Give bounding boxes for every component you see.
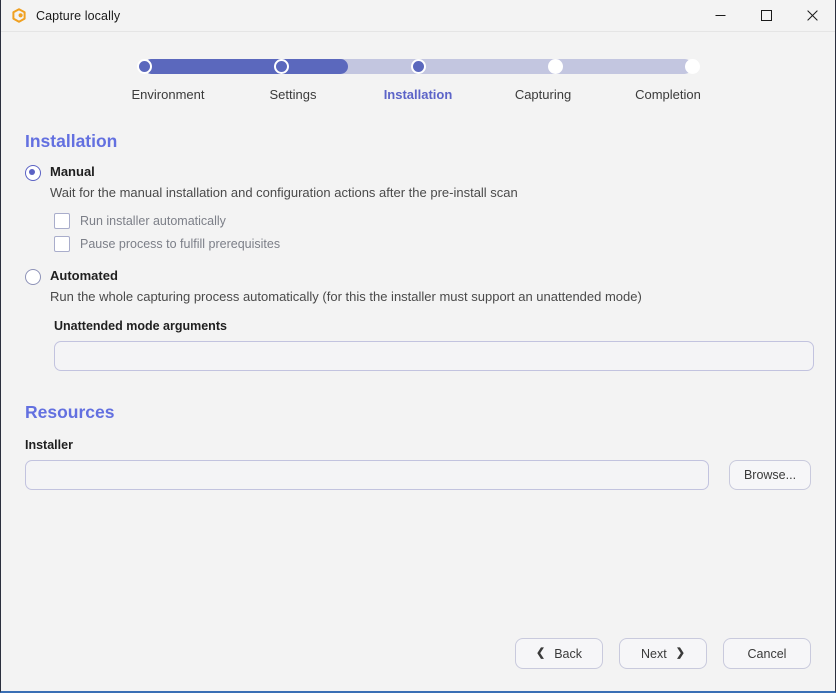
window-controls bbox=[697, 0, 835, 31]
wizard-footer: ❮ Back Next ❯ Cancel bbox=[25, 638, 811, 669]
step-dot-icon bbox=[273, 59, 289, 74]
radio-manual-description: Wait for the manual installation and con… bbox=[50, 185, 518, 200]
radio-automated-description: Run the whole capturing process automati… bbox=[50, 289, 642, 304]
radio-automated-icon[interactable] bbox=[25, 269, 41, 285]
step-dot-icon bbox=[136, 59, 152, 74]
title-bar: Capture locally bbox=[1, 0, 835, 32]
next-button-label: Next bbox=[641, 646, 667, 661]
stepper-dot-capturing bbox=[519, 56, 591, 74]
installer-path-input[interactable] bbox=[25, 460, 709, 490]
cancel-button[interactable]: Cancel bbox=[723, 638, 811, 669]
step-dot-icon bbox=[547, 59, 563, 74]
step-label-installation: Installation bbox=[383, 87, 453, 102]
page-content: Environment Settings Installation Captur… bbox=[1, 32, 835, 691]
manual-suboptions: Run installer automatically Pause proces… bbox=[54, 213, 811, 252]
stepper-dot-installation[interactable] bbox=[382, 56, 454, 74]
checkbox-run-installer-automatically-icon[interactable] bbox=[54, 213, 70, 229]
maximize-icon bbox=[760, 10, 772, 21]
step-dot-icon bbox=[684, 59, 700, 74]
wizard-stepper: Environment Settings Installation Captur… bbox=[108, 32, 728, 102]
app-logo-icon bbox=[11, 7, 27, 24]
radio-manual-icon[interactable] bbox=[25, 165, 41, 181]
chevron-left-icon: ❮ bbox=[535, 647, 546, 659]
stepper-dots bbox=[108, 56, 728, 74]
installer-field-row: Browse... bbox=[25, 460, 811, 490]
stepper-track bbox=[108, 56, 728, 76]
stepper-dot-completion bbox=[656, 56, 728, 74]
chevron-right-icon: ❯ bbox=[675, 647, 685, 659]
next-button[interactable]: Next ❯ bbox=[619, 638, 707, 669]
radio-manual-label: Manual bbox=[50, 164, 95, 179]
stepper-dot-settings[interactable] bbox=[245, 56, 317, 74]
unattended-arguments-input[interactable] bbox=[54, 341, 814, 371]
stepper-dot-environment[interactable] bbox=[108, 56, 180, 74]
radio-automated-label: Automated bbox=[50, 268, 118, 283]
step-label-capturing: Capturing bbox=[514, 87, 572, 102]
checkbox-row-pause-process-prerequisites[interactable]: Pause process to fulfill prerequisites bbox=[54, 236, 811, 252]
radio-option-manual[interactable]: Manual Wait for the manual installation … bbox=[25, 164, 811, 201]
checkbox-run-installer-automatically-label: Run installer automatically bbox=[80, 214, 226, 228]
step-label-environment: Environment bbox=[131, 87, 205, 102]
back-button[interactable]: ❮ Back bbox=[515, 638, 603, 669]
application-window: Capture locally Environment Settings Ins… bbox=[0, 0, 836, 693]
step-label-completion: Completion bbox=[635, 87, 701, 102]
resources-section-title: Resources bbox=[25, 402, 115, 422]
radio-option-automated[interactable]: Automated Run the whole capturing proces… bbox=[25, 268, 811, 305]
installation-section-title: Installation bbox=[25, 131, 118, 151]
step-dot-icon bbox=[410, 59, 426, 74]
minimize-button[interactable] bbox=[697, 0, 743, 31]
browse-button-label: Browse... bbox=[743, 468, 797, 482]
title-bar-left: Capture locally bbox=[1, 7, 121, 24]
close-button[interactable] bbox=[789, 0, 835, 31]
checkbox-pause-process-prerequisites-icon[interactable] bbox=[54, 236, 70, 252]
checkbox-pause-process-prerequisites-label: Pause process to fulfill prerequisites bbox=[80, 237, 281, 251]
installer-field-label: Installer bbox=[25, 438, 73, 452]
close-icon bbox=[806, 10, 818, 21]
unattended-arguments-label: Unattended mode arguments bbox=[54, 319, 227, 333]
back-button-label: Back bbox=[554, 646, 582, 661]
window-title: Capture locally bbox=[36, 8, 121, 23]
maximize-button[interactable] bbox=[743, 0, 789, 31]
step-label-settings: Settings bbox=[269, 87, 317, 102]
radio-automated-texts: Automated Run the whole capturing proces… bbox=[50, 267, 642, 305]
cancel-button-label: Cancel bbox=[747, 646, 787, 661]
minimize-icon bbox=[715, 15, 725, 16]
stepper-labels: Environment Settings Installation Captur… bbox=[108, 87, 728, 102]
radio-manual-texts: Manual Wait for the manual installation … bbox=[50, 163, 518, 201]
checkbox-row-run-installer-automatically[interactable]: Run installer automatically bbox=[54, 213, 811, 229]
browse-button[interactable]: Browse... bbox=[729, 460, 811, 490]
